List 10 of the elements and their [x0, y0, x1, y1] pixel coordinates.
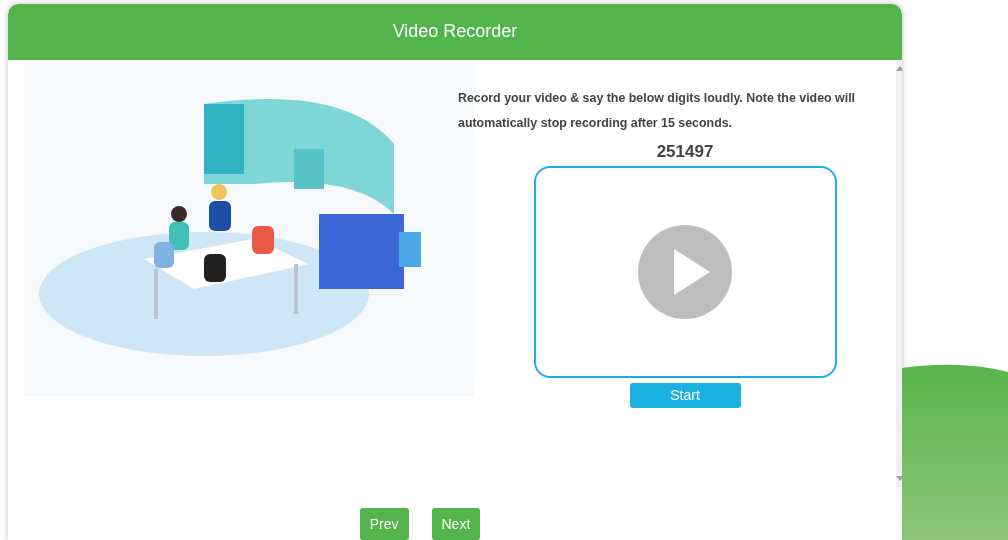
scroll-up-icon[interactable] [896, 65, 902, 71]
digits-code: 251497 [656, 141, 714, 162]
prev-button[interactable]: Prev [359, 508, 409, 540]
next-button[interactable]: Next [431, 508, 481, 540]
start-button[interactable]: Start [629, 382, 741, 408]
play-icon[interactable] [638, 224, 732, 319]
scrollbar[interactable] [896, 59, 902, 487]
instructions-text: Record your video & say the below digits loudly. Note the video will automatically stop recording after 15 seconds. [458, 89, 857, 132]
dialog-title: Video Recorder [392, 21, 518, 43]
scroll-down-icon[interactable] [896, 476, 902, 481]
